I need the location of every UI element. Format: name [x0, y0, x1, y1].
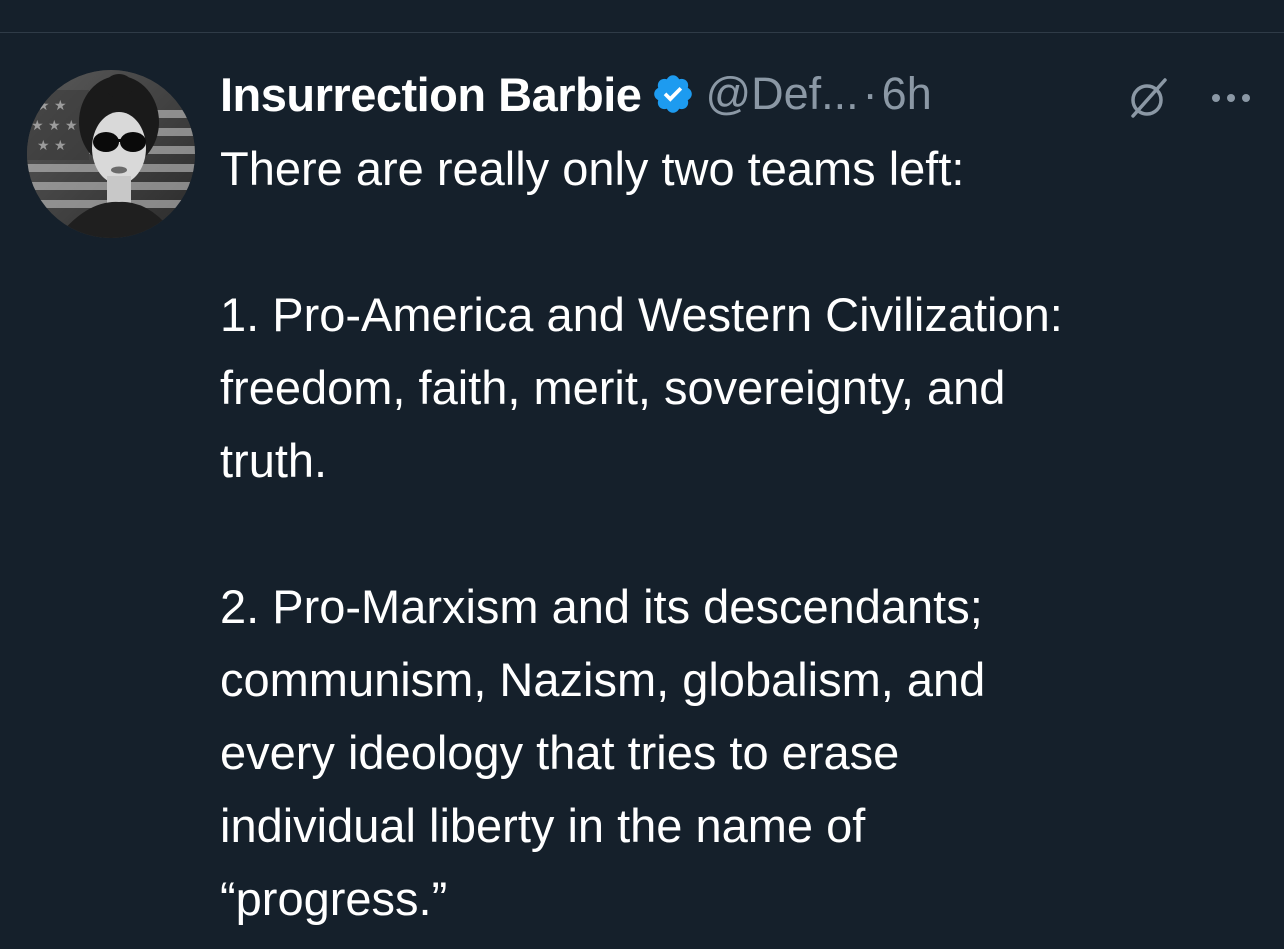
author-display-name[interactable]: Insurrection Barbie [220, 67, 642, 122]
tweet-line: “progress.” [220, 872, 448, 925]
separator-dot: · [862, 68, 878, 119]
tweet-line: freedom, faith, merit, sovereignty, and [220, 361, 1006, 414]
verified-badge-icon[interactable] [651, 72, 695, 116]
tweet-line: communism, Nazism, globalism, and [220, 653, 986, 706]
tweet-header: Insurrection Barbie @Def... · 6h [220, 64, 932, 124]
avatar-image: ★ ★ ★ ★ ★ ★ ★ [27, 70, 195, 238]
svg-text:★ ★ ★: ★ ★ ★ [31, 118, 78, 134]
tweet-line: individual liberty in the name of [220, 799, 866, 852]
tweet-line: 1. Pro-America and Western Civilization: [220, 288, 1063, 341]
top-divider [0, 32, 1284, 33]
grok-icon[interactable] [1125, 74, 1173, 122]
svg-text:★ ★: ★ ★ [37, 138, 67, 154]
tweet-screen: ★ ★ ★ ★ ★ ★ ★ Insurrection Barbie @Def..… [0, 0, 1284, 949]
more-options-icon[interactable] [1208, 78, 1254, 118]
tweet-line: There are really only two teams left: [220, 142, 965, 195]
tweet-timestamp[interactable]: 6h [882, 68, 932, 120]
avatar[interactable]: ★ ★ ★ ★ ★ ★ ★ [27, 70, 195, 238]
author-handle[interactable]: @Def... [705, 68, 858, 120]
tweet-line: every ideology that tries to erase [220, 726, 900, 779]
tweet-line: 2. Pro-Marxism and its descendants; [220, 580, 983, 633]
svg-text:★ ★: ★ ★ [37, 98, 67, 114]
tweet-text: There are really only two teams left: 1.… [220, 132, 1270, 935]
tweet-line: truth. [220, 434, 328, 487]
